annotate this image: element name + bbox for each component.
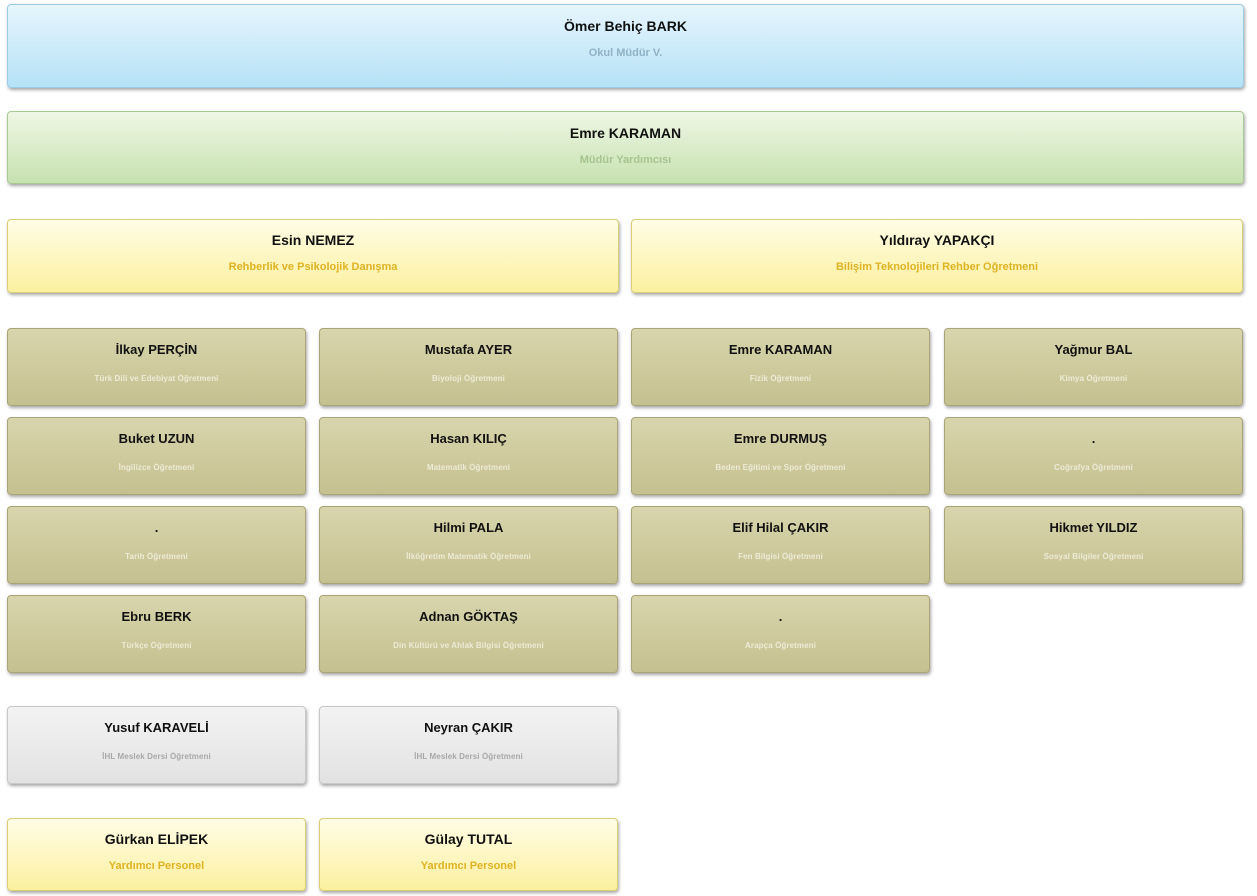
person-role: İngilizce Öğretmeni — [118, 463, 195, 472]
teacher-card[interactable]: Hasan KILIÇ Matematik Öğretmeni — [319, 417, 618, 495]
person-role: Yardımcı Personel — [108, 860, 205, 872]
teacher-card[interactable]: Elif Hilal ÇAKIR Fen Bilgisi Öğretmeni — [631, 506, 930, 584]
person-name: Emre DURMUŞ — [733, 431, 828, 446]
person-role: Arapça Öğretmeni — [745, 641, 816, 650]
teacher-card[interactable]: Mustafa AYER Biyoloji Öğretmeni — [319, 328, 618, 406]
person-role: Türk Dili ve Edebiyat Öğretmeni — [94, 374, 219, 383]
person-role: Matematik Öğretmeni — [426, 463, 511, 472]
person-name: Gülay TUTAL — [424, 831, 513, 847]
teacher-card[interactable]: Emre DURMUŞ Beden Eğitimi ve Spor Öğretm… — [631, 417, 930, 495]
person-role: Okul Müdür V. — [588, 47, 663, 59]
teacher-card[interactable]: . Coğrafya Öğretmeni — [944, 417, 1243, 495]
teacher-card[interactable]: Buket UZUN İngilizce Öğretmeni — [7, 417, 306, 495]
teacher-card[interactable]: . Arapça Öğretmeni — [631, 595, 930, 673]
person-role: Türkçe Öğretmeni — [121, 641, 192, 650]
person-role: Sosyal Bilgiler Öğretmeni — [1043, 552, 1144, 561]
vocational-teacher-card[interactable]: Neyran ÇAKIR İHL Meslek Dersi Öğretmeni — [319, 706, 618, 784]
person-name: Emre KARAMAN — [569, 125, 682, 141]
person-name: Mustafa AYER — [424, 342, 513, 357]
teacher-card[interactable]: Yağmur BAL Kimya Öğretmeni — [944, 328, 1243, 406]
person-name: . — [154, 520, 159, 535]
person-role: İlköğretim Matematik Öğretmeni — [406, 552, 531, 561]
person-role: Fen Bilgisi Öğretmeni — [738, 552, 823, 561]
person-name: Hilmi PALA — [433, 520, 504, 535]
teacher-card[interactable]: Emre KARAMAN Fizik Öğretmeni — [631, 328, 930, 406]
person-name: Yusuf KARAVELİ — [104, 720, 209, 735]
guidance-card[interactable]: Esin NEMEZ Rehberlik ve Psikolojik Danış… — [7, 219, 619, 293]
vice-principal-card[interactable]: Emre KARAMAN Müdür Yardımcısı — [7, 111, 1244, 184]
teacher-card[interactable]: Hilmi PALA İlköğretim Matematik Öğretmen… — [319, 506, 618, 584]
person-role: Beden Eğitimi ve Spor Öğretmeni — [715, 463, 846, 472]
person-role: Fizik Öğretmeni — [749, 374, 812, 383]
person-name: İlkay PERÇİN — [115, 342, 198, 357]
person-name: Neyran ÇAKIR — [424, 720, 513, 735]
person-name: Buket UZUN — [118, 431, 195, 446]
teacher-card[interactable]: Ebru BERK Türkçe Öğretmeni — [7, 595, 306, 673]
person-role: Biyoloji Öğretmeni — [432, 374, 505, 383]
guidance-card[interactable]: Yıldıray YAPAKÇI Bilişim Teknolojileri R… — [631, 219, 1243, 293]
person-name: Adnan GÖKTAŞ — [419, 609, 518, 624]
person-name: Ömer Behiç BARK — [564, 18, 687, 34]
teacher-card[interactable]: . Tarih Öğretmeni — [7, 506, 306, 584]
person-role: Müdür Yardımcısı — [579, 154, 672, 166]
teacher-card[interactable]: Adnan GÖKTAŞ Din Kültürü ve Ahlak Bilgis… — [319, 595, 618, 673]
person-name: Ebru BERK — [121, 609, 192, 624]
teacher-card[interactable]: Hikmet YILDIZ Sosyal Bilgiler Öğretmeni — [944, 506, 1243, 584]
vocational-teacher-card[interactable]: Yusuf KARAVELİ İHL Meslek Dersi Öğretmen… — [7, 706, 306, 784]
person-role: İHL Meslek Dersi Öğretmeni — [102, 752, 211, 761]
person-name: Gürkan ELİPEK — [104, 831, 209, 847]
person-name: Esin NEMEZ — [271, 232, 355, 248]
person-role: Bilişim Teknolojileri Rehber Öğretmeni — [835, 261, 1039, 273]
person-name: Hasan KILIÇ — [430, 431, 507, 446]
person-role: Yardımcı Personel — [420, 860, 517, 872]
person-role: İHL Meslek Dersi Öğretmeni — [414, 752, 523, 761]
person-name: Emre KARAMAN — [728, 342, 833, 357]
person-name: Hikmet YILDIZ — [1049, 520, 1138, 535]
person-role: Coğrafya Öğretmeni — [1054, 463, 1133, 472]
teacher-card[interactable]: İlkay PERÇİN Türk Dili ve Edebiyat Öğret… — [7, 328, 306, 406]
person-role: Rehberlik ve Psikolojik Danışma — [228, 261, 398, 273]
person-name: . — [1091, 431, 1096, 446]
person-role: Din Kültürü ve Ahlak Bilgisi Öğretmeni — [393, 641, 544, 650]
person-role: Kimya Öğretmeni — [1059, 374, 1128, 383]
person-role: Tarih Öğretmeni — [125, 552, 188, 561]
person-name: Yağmur BAL — [1054, 342, 1133, 357]
person-name: Yıldıray YAPAKÇI — [879, 232, 995, 248]
support-staff-card[interactable]: Gülay TUTAL Yardımcı Personel — [319, 818, 618, 891]
person-name: Elif Hilal ÇAKIR — [732, 520, 829, 535]
person-name: . — [778, 609, 783, 624]
principal-card[interactable]: Ömer Behiç BARK Okul Müdür V. — [7, 4, 1244, 88]
support-staff-card[interactable]: Gürkan ELİPEK Yardımcı Personel — [7, 818, 306, 891]
